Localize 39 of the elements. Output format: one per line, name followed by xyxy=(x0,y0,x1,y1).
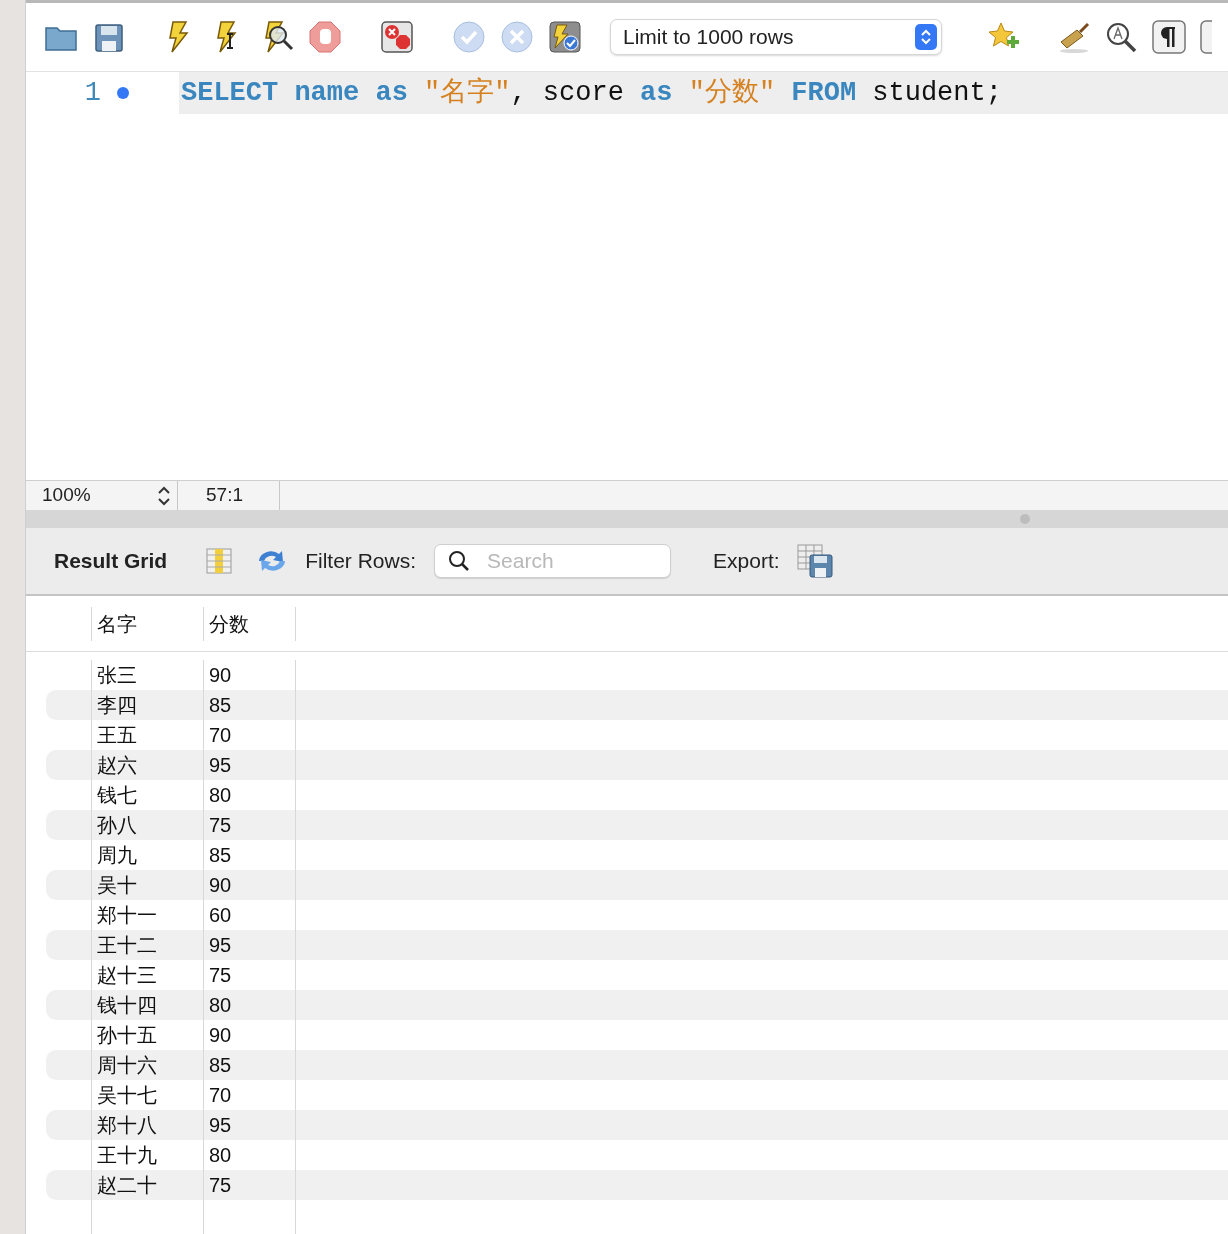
magnifier-icon[interactable] xyxy=(1104,20,1138,54)
lightning-check-icon[interactable] xyxy=(548,20,582,54)
table-cell: 95 xyxy=(203,1110,295,1140)
table-cell: 95 xyxy=(203,750,295,780)
table-cell: 赵二十 xyxy=(91,1170,203,1200)
table-cell: 周十六 xyxy=(91,1050,203,1080)
table-cell: 75 xyxy=(203,810,295,840)
limit-rows-dropdown[interactable]: Limit to 1000 rows xyxy=(610,19,942,55)
table-cell: 90 xyxy=(203,870,295,900)
column-header[interactable]: 分数 xyxy=(203,606,295,641)
stepper-arrows-icon[interactable] xyxy=(157,484,171,507)
column-header[interactable]: 名字 xyxy=(91,606,203,641)
toolbar-button-icon[interactable] xyxy=(1200,20,1212,54)
stepper-arrows-icon xyxy=(915,24,937,50)
search-field[interactable]: Search xyxy=(434,544,672,578)
table-cell: 吴十 xyxy=(91,870,203,900)
stop-script-icon[interactable] xyxy=(380,20,414,54)
table-cell: 钱十四 xyxy=(91,990,203,1020)
result-grid-label: Result Grid xyxy=(54,548,168,575)
sql-editor[interactable]: 1 SELECT name as "名字", score as "分数" FROM student; xyxy=(26,72,1228,480)
statement-marker-icon xyxy=(117,87,129,99)
check-circle-icon[interactable] xyxy=(452,20,486,54)
export-label: Export: xyxy=(713,548,780,575)
line-number: 1 xyxy=(83,76,101,110)
table-cell: 郑十八 xyxy=(91,1110,203,1140)
table-cell: 75 xyxy=(203,1170,295,1200)
pilcrow-button-icon[interactable] xyxy=(1152,20,1186,54)
table-cell: 赵六 xyxy=(91,750,203,780)
table-cell: 85 xyxy=(203,1050,295,1080)
table-cell: 85 xyxy=(203,690,295,720)
table-cell: 80 xyxy=(203,990,295,1020)
table-cell: 王十二 xyxy=(91,930,203,960)
table-cell: 95 xyxy=(203,930,295,960)
search-icon xyxy=(448,550,471,572)
export-table-icon[interactable] xyxy=(795,543,834,579)
table-cell: 孙八 xyxy=(91,810,203,840)
filter-rows-label: Filter Rows: xyxy=(305,548,417,575)
table-cell: 李四 xyxy=(91,690,203,720)
splitter-handle[interactable] xyxy=(1020,514,1030,524)
